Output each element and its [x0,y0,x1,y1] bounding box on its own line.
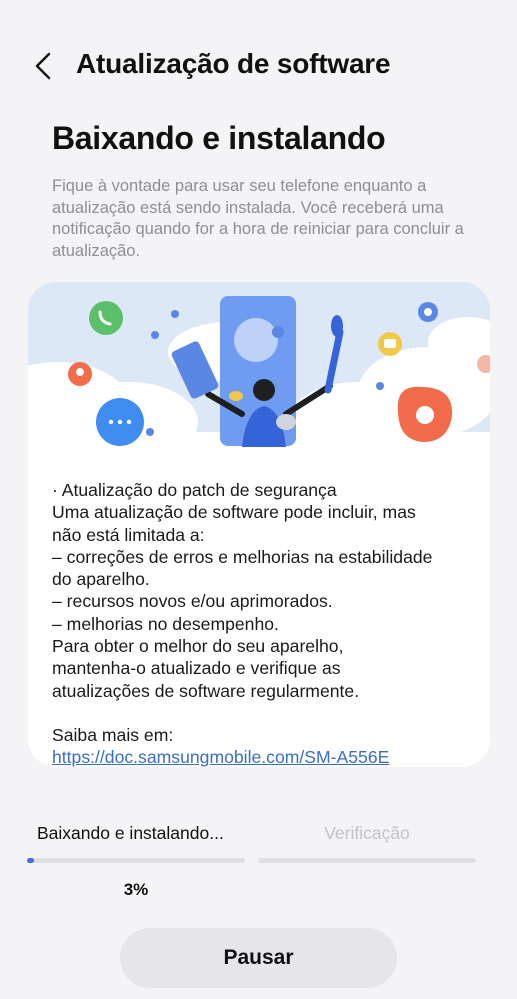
top-app-bar: Atualização de software [0,40,517,92]
release-note-line: Uma atualização de software pode incluir… [52,502,416,523]
step-download-install-label: Baixando e instalando... [37,823,224,843]
step-verification: Verificação [258,818,476,863]
status-description: Fique à vontade para usar seu telefone e… [52,177,464,260]
release-note-line: · Atualização do patch de segurança [52,480,337,500]
release-note-line: – correções de erros e melhorias na esta… [52,546,433,567]
release-note-line: Para obter o melhor do seu aparelho, [52,636,344,657]
chevron-left-icon [35,52,51,80]
update-info-card: · Atualização do patch de segurança Uma … [28,282,490,767]
page-title: Atualização de software [76,48,391,79]
release-note-line: atualizações de software regularmente. [52,680,360,701]
status-headline: Baixando e instalando [52,120,386,156]
release-note-line: do aparelho. [52,569,150,590]
back-button[interactable] [28,50,58,82]
release-note-line: – melhorias no desempenho. [52,613,279,634]
step-download-install: Baixando e instalando... [27,818,245,863]
release-notes: · Atualização do patch de segurança Uma … [52,479,477,767]
release-note-line: mantenha-o atualizado e verifique as [52,658,341,679]
progress-track [27,858,245,863]
release-note-line: não está limitada a: [52,524,205,545]
progress-percent: 3% [123,880,149,899]
update-illustration [28,282,490,458]
progress-track [258,858,476,863]
release-note-line: – recursos novos e/ou aprimorados. [52,591,333,612]
step-verification-label: Verificação [324,823,410,843]
pause-button[interactable]: Pausar [120,928,397,988]
learn-more-label: Saiba mais em: [52,724,174,745]
update-progress: Baixando e instalando... Verificação [27,818,477,868]
progress-fill [27,858,34,863]
learn-more-link[interactable]: https://doc.samsungmobile.com/SM-A556E [52,746,477,767]
